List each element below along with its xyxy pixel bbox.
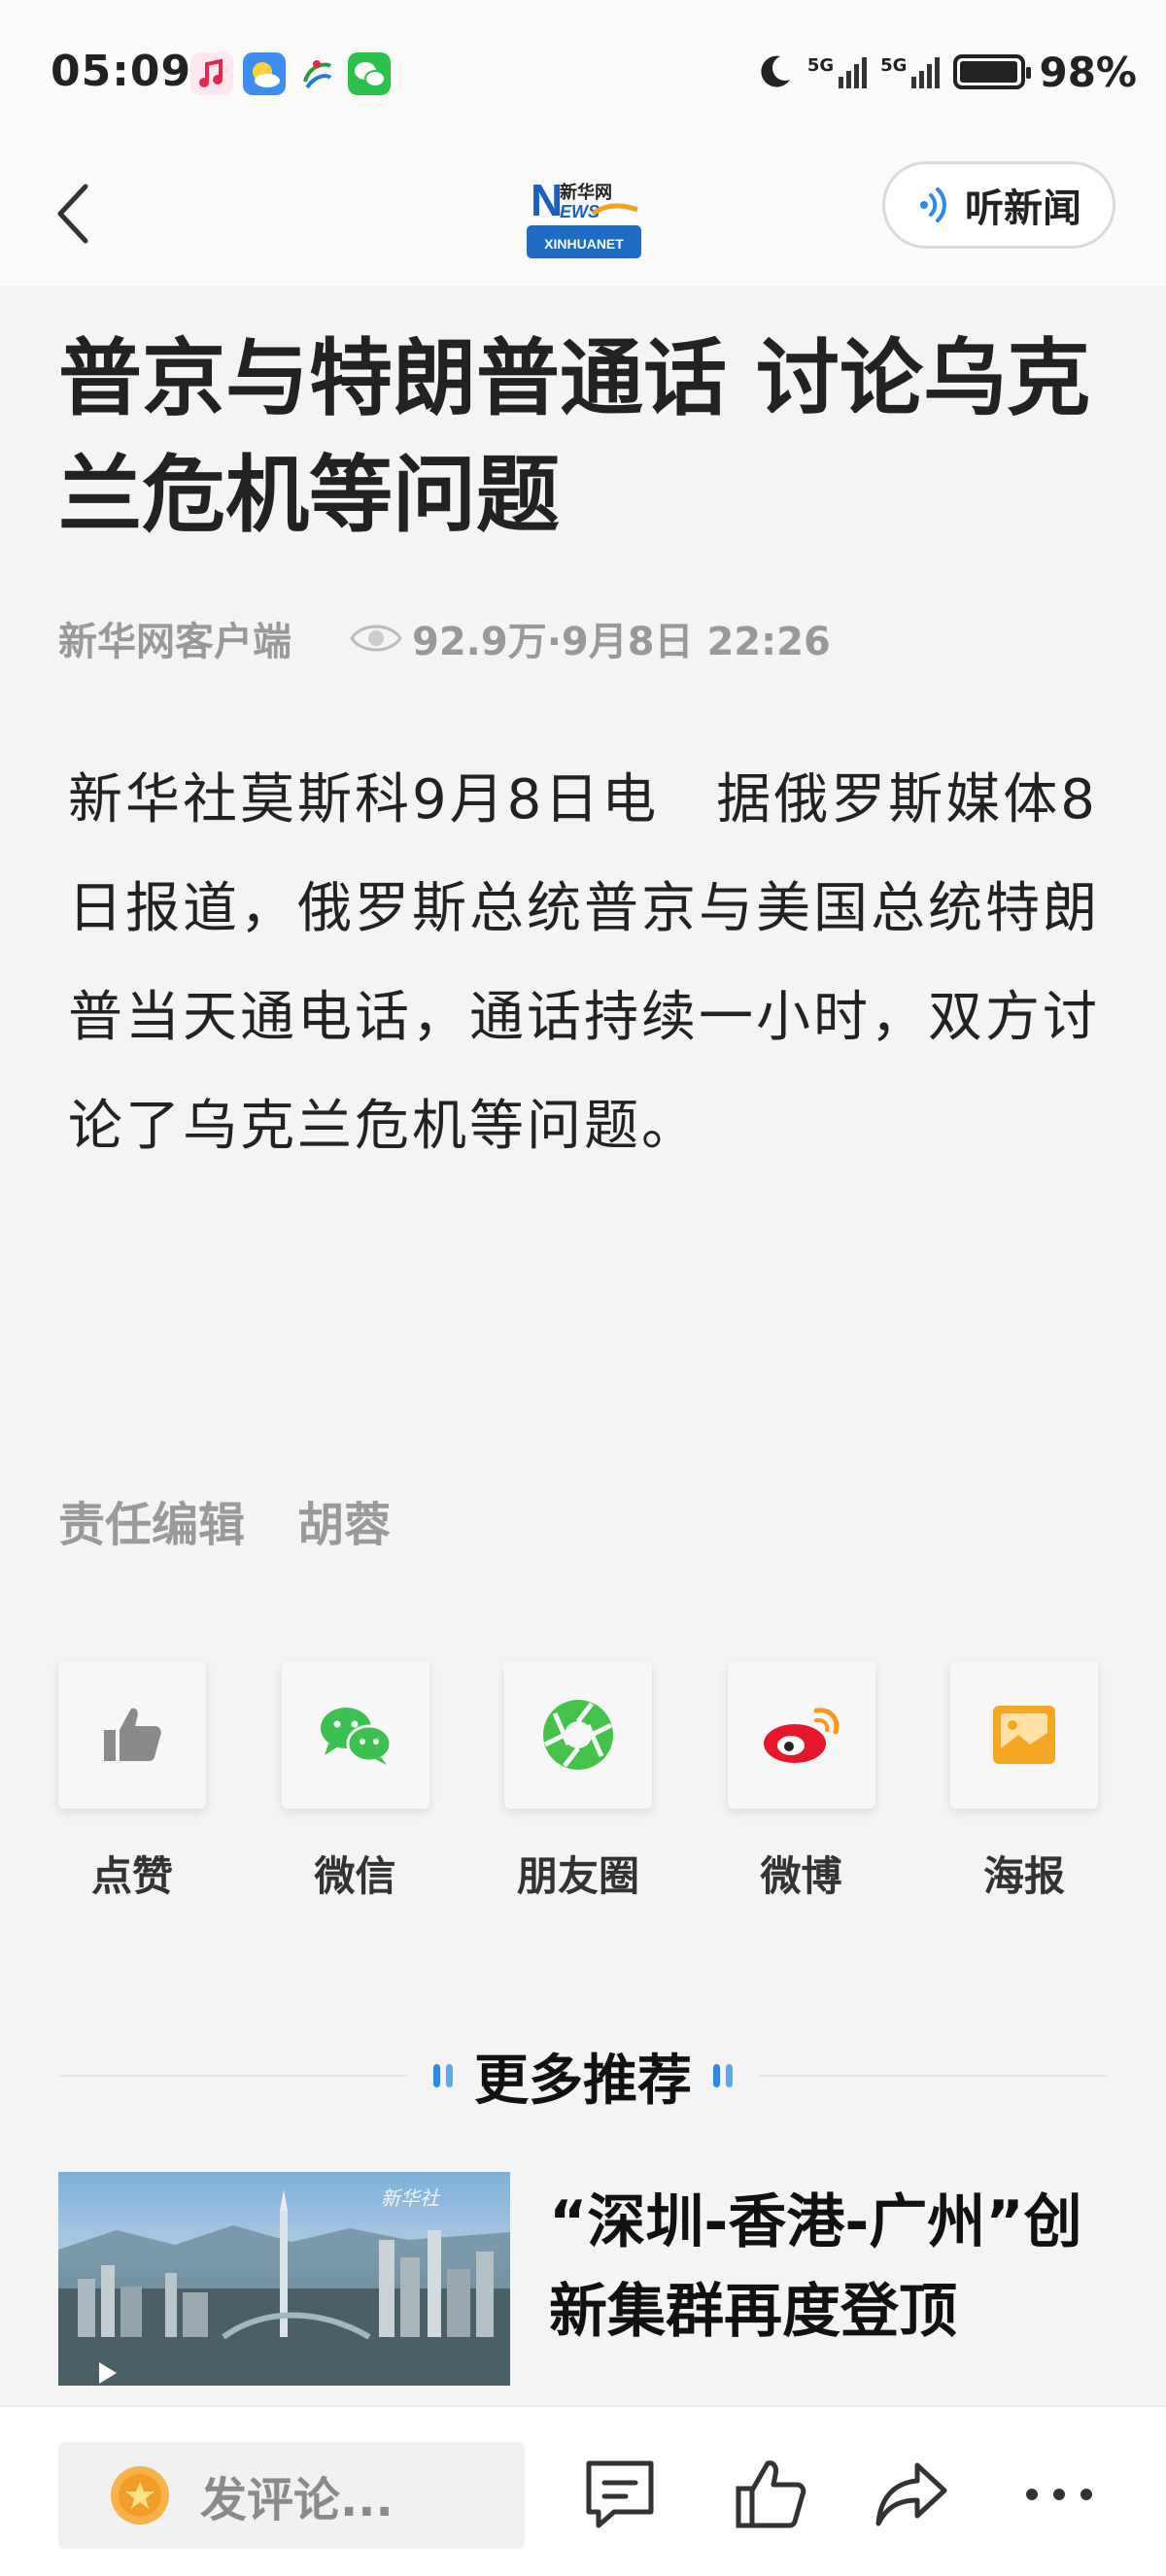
- logo-n: N: [531, 175, 563, 225]
- like-label: 点赞: [90, 1852, 173, 1900]
- wechat-label: 微信: [314, 1852, 396, 1900]
- signal-icon: 5G: [806, 55, 868, 88]
- poster-label: 海报: [982, 1852, 1065, 1900]
- weibo-share-item[interactable]: 微博: [727, 1661, 875, 1903]
- audio-wave-icon: [920, 187, 946, 222]
- network-label-1: 5G: [806, 55, 835, 76]
- wechat-notification-icon: [348, 52, 391, 95]
- share-icon: [875, 2462, 947, 2526]
- wechat-share-item[interactable]: 微信: [281, 1661, 429, 1903]
- accent-dots-icon: [433, 2064, 453, 2087]
- recommend-item[interactable]: 新华社 “深圳-香港-广州”创新集群再度登顶: [58, 2172, 1108, 2386]
- weather-app-icon: [243, 52, 286, 95]
- moon-icon: [761, 55, 790, 87]
- logo-en: XINHUANET: [544, 236, 624, 252]
- signal-icon-2: 5G: [880, 55, 941, 88]
- xinhuanet-logo: N 新华网 EWS XINHUANET: [525, 165, 643, 262]
- weibo-label: 微博: [760, 1852, 842, 1900]
- mobile-app-icon: [295, 52, 338, 95]
- recommend-thumbnail[interactable]: 新华社: [58, 2172, 510, 2386]
- article-editor: 责任编辑 胡蓉: [58, 1486, 391, 1554]
- back-button[interactable]: [47, 175, 105, 253]
- comment-placeholder: 发评论...: [200, 2473, 394, 2527]
- like-bottom-button[interactable]: [733, 2456, 810, 2533]
- editor-name: 胡蓉: [297, 1498, 392, 1552]
- poster-share-button[interactable]: [950, 1661, 1098, 1809]
- article-meta: 新华网客户端 92.9万·9月8日 22:26: [58, 610, 831, 666]
- editor-label: 责任编辑: [58, 1498, 246, 1552]
- recommend-title[interactable]: “深圳-香港-广州”创新集群再度登顶: [549, 2178, 1108, 2356]
- moments-icon: [543, 1700, 613, 1770]
- bottom-action-bar: 发评论...: [0, 2405, 1166, 2576]
- logo-cn: 新华网: [560, 182, 612, 203]
- moments-share-button[interactable]: [504, 1661, 652, 1809]
- moments-label: 朋友圈: [516, 1852, 639, 1900]
- article-source: 新华网客户端: [58, 620, 292, 664]
- thumb-watermark: 新华社: [381, 2186, 441, 2210]
- medal-icon: [111, 2466, 169, 2525]
- more-recommend-header: 更多推荐: [58, 2042, 1108, 2113]
- wechat-share-button[interactable]: [281, 1661, 429, 1809]
- share-button[interactable]: [873, 2456, 950, 2533]
- listen-news-button[interactable]: 听新闻: [882, 161, 1115, 249]
- music-app-icon: [190, 52, 233, 95]
- thumbs-up-icon: [104, 1708, 161, 1761]
- battery-percent: 98%: [1039, 48, 1137, 96]
- app-header: N 新华网 EWS XINHUANET 听新闻: [0, 146, 1166, 287]
- more-icon: [1026, 2489, 1092, 2500]
- like-button[interactable]: [58, 1661, 206, 1809]
- comment-input[interactable]: 发评论...: [58, 2442, 525, 2549]
- poster-share-item[interactable]: 海报: [950, 1661, 1098, 1903]
- listen-news-label: 听新闻: [965, 186, 1081, 231]
- status-bar: 05:09 5G 5G 98%: [0, 0, 1166, 146]
- battery-icon: [953, 54, 1032, 89]
- comment-icon: [586, 2460, 654, 2528]
- article-title: 普京与特朗普通话 讨论乌克兰危机等问题: [58, 330, 1090, 544]
- status-right: 5G 5G 98%: [755, 47, 1137, 97]
- article-body: 新华社莫斯科9月8日电 据俄罗斯媒体8日报道，俄罗斯总统普京与美国总统特朗普当天…: [68, 768, 1100, 1158]
- weibo-icon: [763, 1708, 839, 1763]
- more-button[interactable]: [1020, 2456, 1098, 2533]
- share-row: 点赞 微信 朋友圈 微博 海报: [58, 1661, 1098, 1903]
- more-recommend-tag: 更多推荐: [408, 2042, 758, 2113]
- status-time: 05:09: [51, 47, 192, 96]
- chevron-left-icon: [57, 184, 88, 244]
- weibo-share-button[interactable]: [727, 1661, 875, 1809]
- accent-dots-icon-right: [713, 2064, 733, 2087]
- poster-icon: [993, 1706, 1055, 1764]
- moments-share-item[interactable]: 朋友圈: [504, 1661, 652, 1903]
- more-recommend-heading: 更多推荐: [474, 2049, 692, 2113]
- eye-icon: [350, 625, 402, 652]
- wechat-icon: [320, 1708, 392, 1765]
- article-views-date: 92.9万·9月8日 22:26: [412, 620, 831, 664]
- like-share-item[interactable]: 点赞: [58, 1661, 206, 1903]
- comment-button[interactable]: [581, 2456, 659, 2533]
- network-label-2: 5G: [880, 55, 908, 76]
- thumbs-up-icon: [736, 2460, 806, 2528]
